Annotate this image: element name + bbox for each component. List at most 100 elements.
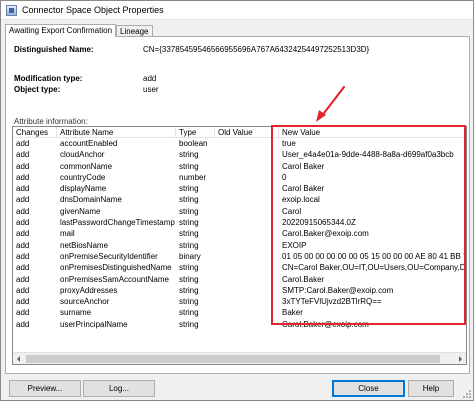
row-new-value: EXOIP <box>282 240 307 250</box>
row-attribute-name: countryCode <box>60 172 106 182</box>
row-changes: add <box>16 195 30 205</box>
row-changes: add <box>16 184 30 194</box>
row-attribute-name: lastPasswordChangeTimestamp <box>60 218 175 228</box>
row-old-value <box>215 138 279 149</box>
tab-awaiting-export-confirmation[interactable]: Awaiting Export Confirmation <box>5 24 117 37</box>
row-changes: add <box>16 172 30 182</box>
table-row[interactable]: add countryCode number 0 <box>13 172 466 183</box>
row-new-value: Carol <box>282 206 302 216</box>
row-changes: add <box>16 218 30 228</box>
window-title: Connector Space Object Properties <box>22 5 164 15</box>
row-attribute-name: displayName <box>60 184 107 194</box>
row-new-value: true <box>282 139 296 148</box>
app-icon <box>6 5 17 16</box>
row-new-value: Carol Baker <box>282 184 325 194</box>
row-changes: add <box>16 263 30 273</box>
row-attribute-name: dnsDomainName <box>60 195 122 205</box>
row-changes: add <box>16 319 30 329</box>
scroll-right-arrow-icon[interactable] <box>454 353 466 364</box>
row-type: string <box>179 263 199 273</box>
row-attribute-name: accountEnabled <box>60 139 118 148</box>
row-type: boolean <box>179 139 208 148</box>
row-changes: add <box>16 229 30 239</box>
row-attribute-name: commonName <box>60 161 113 171</box>
row-old-value <box>215 149 279 160</box>
help-button[interactable]: Help <box>408 380 454 397</box>
row-old-value <box>215 274 279 285</box>
row-changes: add <box>16 161 30 171</box>
row-attribute-name: givenName <box>60 206 101 216</box>
column-header-type[interactable]: Type <box>176 127 215 138</box>
table-row[interactable]: add userPrincipalName string Carol.Baker@ex… <box>13 319 466 330</box>
row-old-value <box>215 251 279 262</box>
column-header-changes[interactable]: Changes <box>13 127 57 138</box>
table-row[interactable]: add proxyAddresses string SMTP:Carol.Baker@… <box>13 285 466 296</box>
row-new-value: 0 <box>282 172 287 182</box>
row-type: string <box>179 285 199 295</box>
scroll-left-arrow-icon[interactable] <box>13 353 25 364</box>
row-type: string <box>179 319 199 329</box>
tab-panel: Distinguished Name: CN={3378545954656695… <box>5 36 470 374</box>
row-type: string <box>179 184 199 194</box>
row-old-value <box>215 319 279 330</box>
horizontal-scrollbar[interactable] <box>13 352 466 364</box>
row-type: string <box>179 240 199 250</box>
row-attribute-name: sourceAnchor <box>60 297 110 307</box>
row-old-value <box>215 240 279 251</box>
attribute-information-label: Attribute information: <box>14 117 88 126</box>
title-bar[interactable]: Connector Space Object Properties <box>1 1 473 20</box>
row-old-value <box>215 307 279 318</box>
table-row[interactable]: add onPremisesDistinguishedName string CN=C… <box>13 262 466 273</box>
table-row[interactable]: add onPremisesSamAccountName string Carol.B… <box>13 274 466 285</box>
attribute-list-header: Changes Attribute Name Type Old Value Ne… <box>13 127 466 138</box>
object-type-value: user <box>143 85 159 94</box>
row-attribute-name: onPremisesDistinguishedName <box>60 263 172 273</box>
row-type: string <box>179 206 199 216</box>
row-old-value <box>215 172 279 183</box>
row-type: string <box>179 229 199 239</box>
close-button[interactable]: Close <box>332 380 405 397</box>
tab-lineage[interactable]: Lineage <box>116 25 153 36</box>
table-row[interactable]: add cloudAnchor string User_e4a4e01a-9dde-4… <box>13 149 466 160</box>
row-type: string <box>179 195 199 205</box>
modification-type-label: Modification type: <box>14 74 83 83</box>
row-old-value <box>215 194 279 205</box>
row-new-value: Carol.Baker@exoip.com <box>282 229 369 239</box>
table-row[interactable]: add displayName string Carol Baker <box>13 183 466 194</box>
resize-grip-icon[interactable] <box>463 390 471 398</box>
row-new-value: 20220915065344.0Z <box>282 218 356 228</box>
log-button[interactable]: Log... <box>83 380 155 397</box>
table-row[interactable]: add accountEnabled boolean true <box>13 138 466 149</box>
row-changes: add <box>16 274 30 284</box>
row-type: string <box>179 218 199 228</box>
table-row[interactable]: add sourceAnchor string 3xTYTeFVlUjvzd2BTlr… <box>13 296 466 307</box>
row-attribute-name: cloudAnchor <box>60 150 105 160</box>
table-row[interactable]: add netBiosName string EXOIP <box>13 240 466 251</box>
row-changes: add <box>16 240 30 250</box>
table-row[interactable]: add lastPasswordChangeTimestamp string 2022… <box>13 217 466 228</box>
table-row[interactable]: add surname string Baker <box>13 307 466 318</box>
row-old-value <box>215 285 279 296</box>
row-changes: add <box>16 139 30 148</box>
preview-button[interactable]: Preview... <box>9 380 81 397</box>
row-changes: add <box>16 150 30 160</box>
column-header-old-value[interactable]: Old Value <box>215 127 279 138</box>
row-attribute-name: proxyAddresses <box>60 285 118 295</box>
attribute-list[interactable]: Changes Attribute Name Type Old Value Ne… <box>12 126 467 365</box>
column-header-new-value[interactable]: New Value <box>279 127 466 138</box>
row-type: string <box>179 297 199 307</box>
table-row[interactable]: add commonName string Carol Baker <box>13 161 466 172</box>
column-header-attribute-name[interactable]: Attribute Name <box>57 127 176 138</box>
table-row[interactable]: add mail string Carol.Baker@exoip.com <box>13 228 466 239</box>
row-new-value: Baker <box>282 308 303 318</box>
table-row[interactable]: add dnsDomainName string exoip.local <box>13 194 466 205</box>
scrollbar-thumb[interactable] <box>26 355 440 363</box>
row-old-value <box>215 296 279 307</box>
row-old-value <box>215 161 279 172</box>
row-attribute-name: userPrincipalName <box>60 319 128 329</box>
row-new-value: Carol.Baker@exoip.com <box>282 319 369 329</box>
table-row[interactable]: add givenName string Carol <box>13 206 466 217</box>
table-row[interactable]: add onPremiseSecurityIdentifier binary 01 0… <box>13 251 466 262</box>
modification-type-value: add <box>143 74 157 83</box>
row-changes: add <box>16 308 30 318</box>
